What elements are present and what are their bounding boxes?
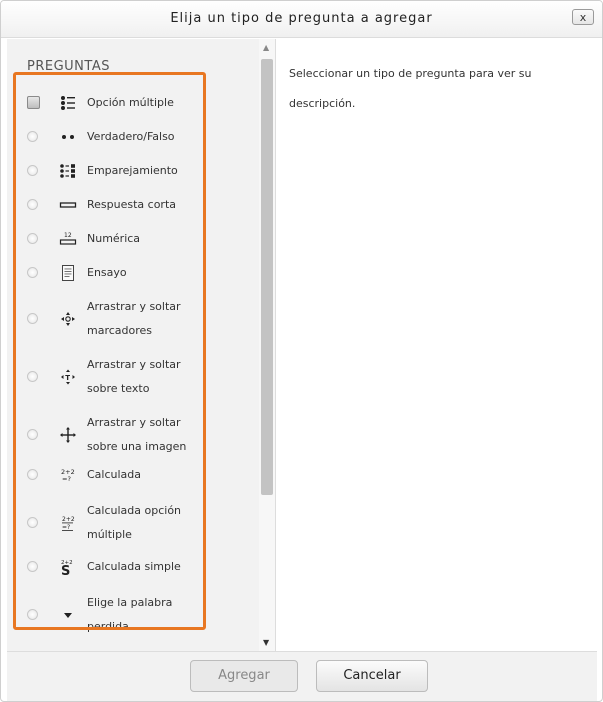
option-drag-markers[interactable]: Arrastrar y soltar marcadores <box>27 295 203 343</box>
matching-icon <box>60 164 75 178</box>
calculated-multi-icon: 2+2 =? <box>62 516 75 531</box>
label-multichoice: Opción múltiple <box>87 96 174 109</box>
radio-shortanswer[interactable] <box>27 199 38 210</box>
radio-numerical[interactable] <box>27 233 38 244</box>
label-drag-text-line1: Arrastrar y soltar <box>87 358 181 371</box>
dialog-footer: Agregar Cancelar <box>7 651 597 701</box>
radio-essay[interactable] <box>27 267 38 278</box>
radio-calculated[interactable] <box>27 469 38 480</box>
label-shortanswer: Respuesta corta <box>87 198 177 211</box>
close-button[interactable]: x <box>572 9 594 25</box>
label-drag-markers-line1: Arrastrar y soltar <box>87 300 181 313</box>
svg-text:T: T <box>65 374 70 382</box>
label-drag-image-line2: sobre una imagen <box>87 440 187 453</box>
radio-missing-word[interactable] <box>27 609 38 620</box>
scroll-up-icon[interactable]: ▲ <box>263 43 269 52</box>
dialog-titlebar: Elija un tipo de pregunta a agregar x <box>1 1 602 38</box>
radio-drag-image[interactable] <box>27 429 38 440</box>
svg-text:2+2: 2+2 <box>62 516 75 523</box>
list-scrollbar[interactable]: ▲ ▼ <box>259 39 275 651</box>
label-drag-image-line1: Arrastrar y soltar <box>87 416 181 429</box>
essay-icon <box>62 265 74 281</box>
label-calculated-simple: Calculada simple <box>87 560 181 573</box>
option-drag-image[interactable]: Arrastrar y soltar sobre una imagen <box>27 411 203 459</box>
close-icon: x <box>579 11 587 24</box>
svg-text:=?: =? <box>62 524 70 531</box>
description-text: Seleccionar un tipo de pregunta para ver… <box>289 67 532 110</box>
radio-truefalse[interactable] <box>27 131 38 142</box>
scroll-down-icon[interactable]: ▼ <box>263 638 269 647</box>
calculated-simple-icon: 2+2 S <box>61 560 73 576</box>
option-matching[interactable]: Emparejamiento <box>27 159 203 183</box>
add-button[interactable]: Agregar <box>190 660 298 692</box>
option-multichoice[interactable]: Opción múltiple <box>27 91 203 115</box>
radio-matching[interactable] <box>27 165 38 176</box>
label-calculated: Calculada <box>87 468 142 481</box>
label-missing-word-line2: perdida <box>87 620 129 633</box>
option-calculated-multi[interactable]: 2+2 =? Calculada opción múltiple <box>27 499 203 547</box>
label-calculated-multi-line2: múltiple <box>87 528 132 541</box>
option-numerical[interactable]: 12 Numérica <box>27 227 203 251</box>
multichoice-icon <box>61 96 75 110</box>
option-essay[interactable]: Ensayo <box>27 261 203 285</box>
label-truefalse: Verdadero/Falso <box>87 130 175 143</box>
radio-drag-text[interactable] <box>27 371 38 382</box>
option-calculated-simple[interactable]: 2+2 S Calculada simple <box>27 555 203 579</box>
truefalse-icon <box>62 135 74 139</box>
option-drag-text[interactable]: T Arrastrar y soltar sobre texto <box>27 353 203 401</box>
label-essay: Ensayo <box>87 266 127 279</box>
label-numerical: Numérica <box>87 232 141 245</box>
questions-heading: PREGUNTAS <box>27 59 110 74</box>
svg-text:12: 12 <box>64 232 72 239</box>
radio-drag-markers[interactable] <box>27 313 38 324</box>
question-types-pane: PREGUNTAS Opción múltiple Verdadero/Fals… <box>7 39 276 651</box>
label-matching: Emparejamiento <box>87 164 178 177</box>
calculated-icon: 2+2 =? <box>61 468 75 483</box>
option-missing-word[interactable]: Elige la palabra perdida <box>27 591 203 639</box>
option-truefalse[interactable]: Verdadero/Falso <box>27 125 203 149</box>
dialog-title: Elija un tipo de pregunta a agregar <box>170 11 433 26</box>
scroll-thumb[interactable] <box>261 59 273 495</box>
radio-calculated-simple[interactable] <box>27 561 38 572</box>
drag-image-icon <box>60 427 76 443</box>
label-calculated-multi-line1: Calculada opción <box>87 504 182 517</box>
label-drag-markers-line2: marcadores <box>87 324 153 337</box>
drag-text-icon: T <box>61 369 75 385</box>
svg-text:S: S <box>61 564 70 576</box>
radio-multichoice[interactable] <box>27 96 40 109</box>
cancel-button[interactable]: Cancelar <box>316 660 428 692</box>
numerical-icon: 12 <box>59 232 77 245</box>
shortanswer-icon <box>59 202 77 208</box>
drag-markers-icon <box>61 312 75 326</box>
question-type-dialog: Elija un tipo de pregunta a agregar x PR… <box>0 0 603 702</box>
svg-text:=?: =? <box>62 475 71 483</box>
radio-calculated-multi[interactable] <box>27 517 38 528</box>
option-shortanswer[interactable]: Respuesta corta <box>27 193 203 217</box>
missing-word-icon <box>64 613 72 618</box>
label-drag-text-line2: sobre texto <box>87 382 150 395</box>
option-calculated[interactable]: 2+2 =? Calculada <box>27 463 203 487</box>
label-missing-word-line1: Elige la palabra <box>87 596 173 609</box>
